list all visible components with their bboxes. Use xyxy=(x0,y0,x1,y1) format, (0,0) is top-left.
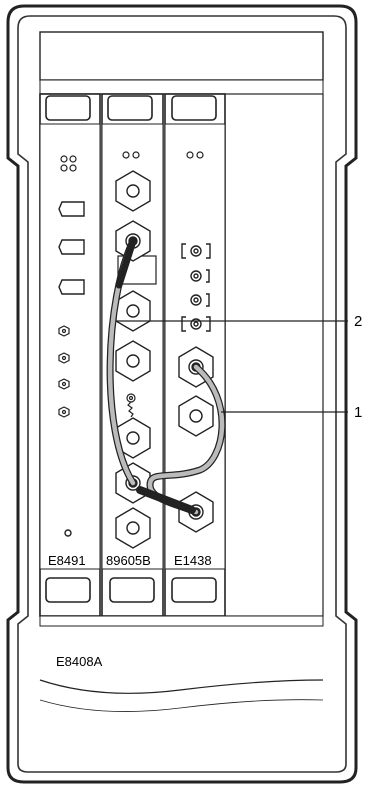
module-e1438 xyxy=(164,93,226,617)
callout-number-1: 1 xyxy=(354,404,363,421)
chassis-diagram xyxy=(6,4,358,784)
module-label-e1438: E1438 xyxy=(174,553,212,568)
chassis-model-label: E8408A xyxy=(56,654,103,669)
module-e8491 xyxy=(39,93,101,617)
module-label-89605b: 89605B xyxy=(106,553,151,568)
top-rail xyxy=(39,31,324,81)
module-label-e8491: E8491 xyxy=(48,553,86,568)
callout-number-2: 2 xyxy=(354,313,363,330)
